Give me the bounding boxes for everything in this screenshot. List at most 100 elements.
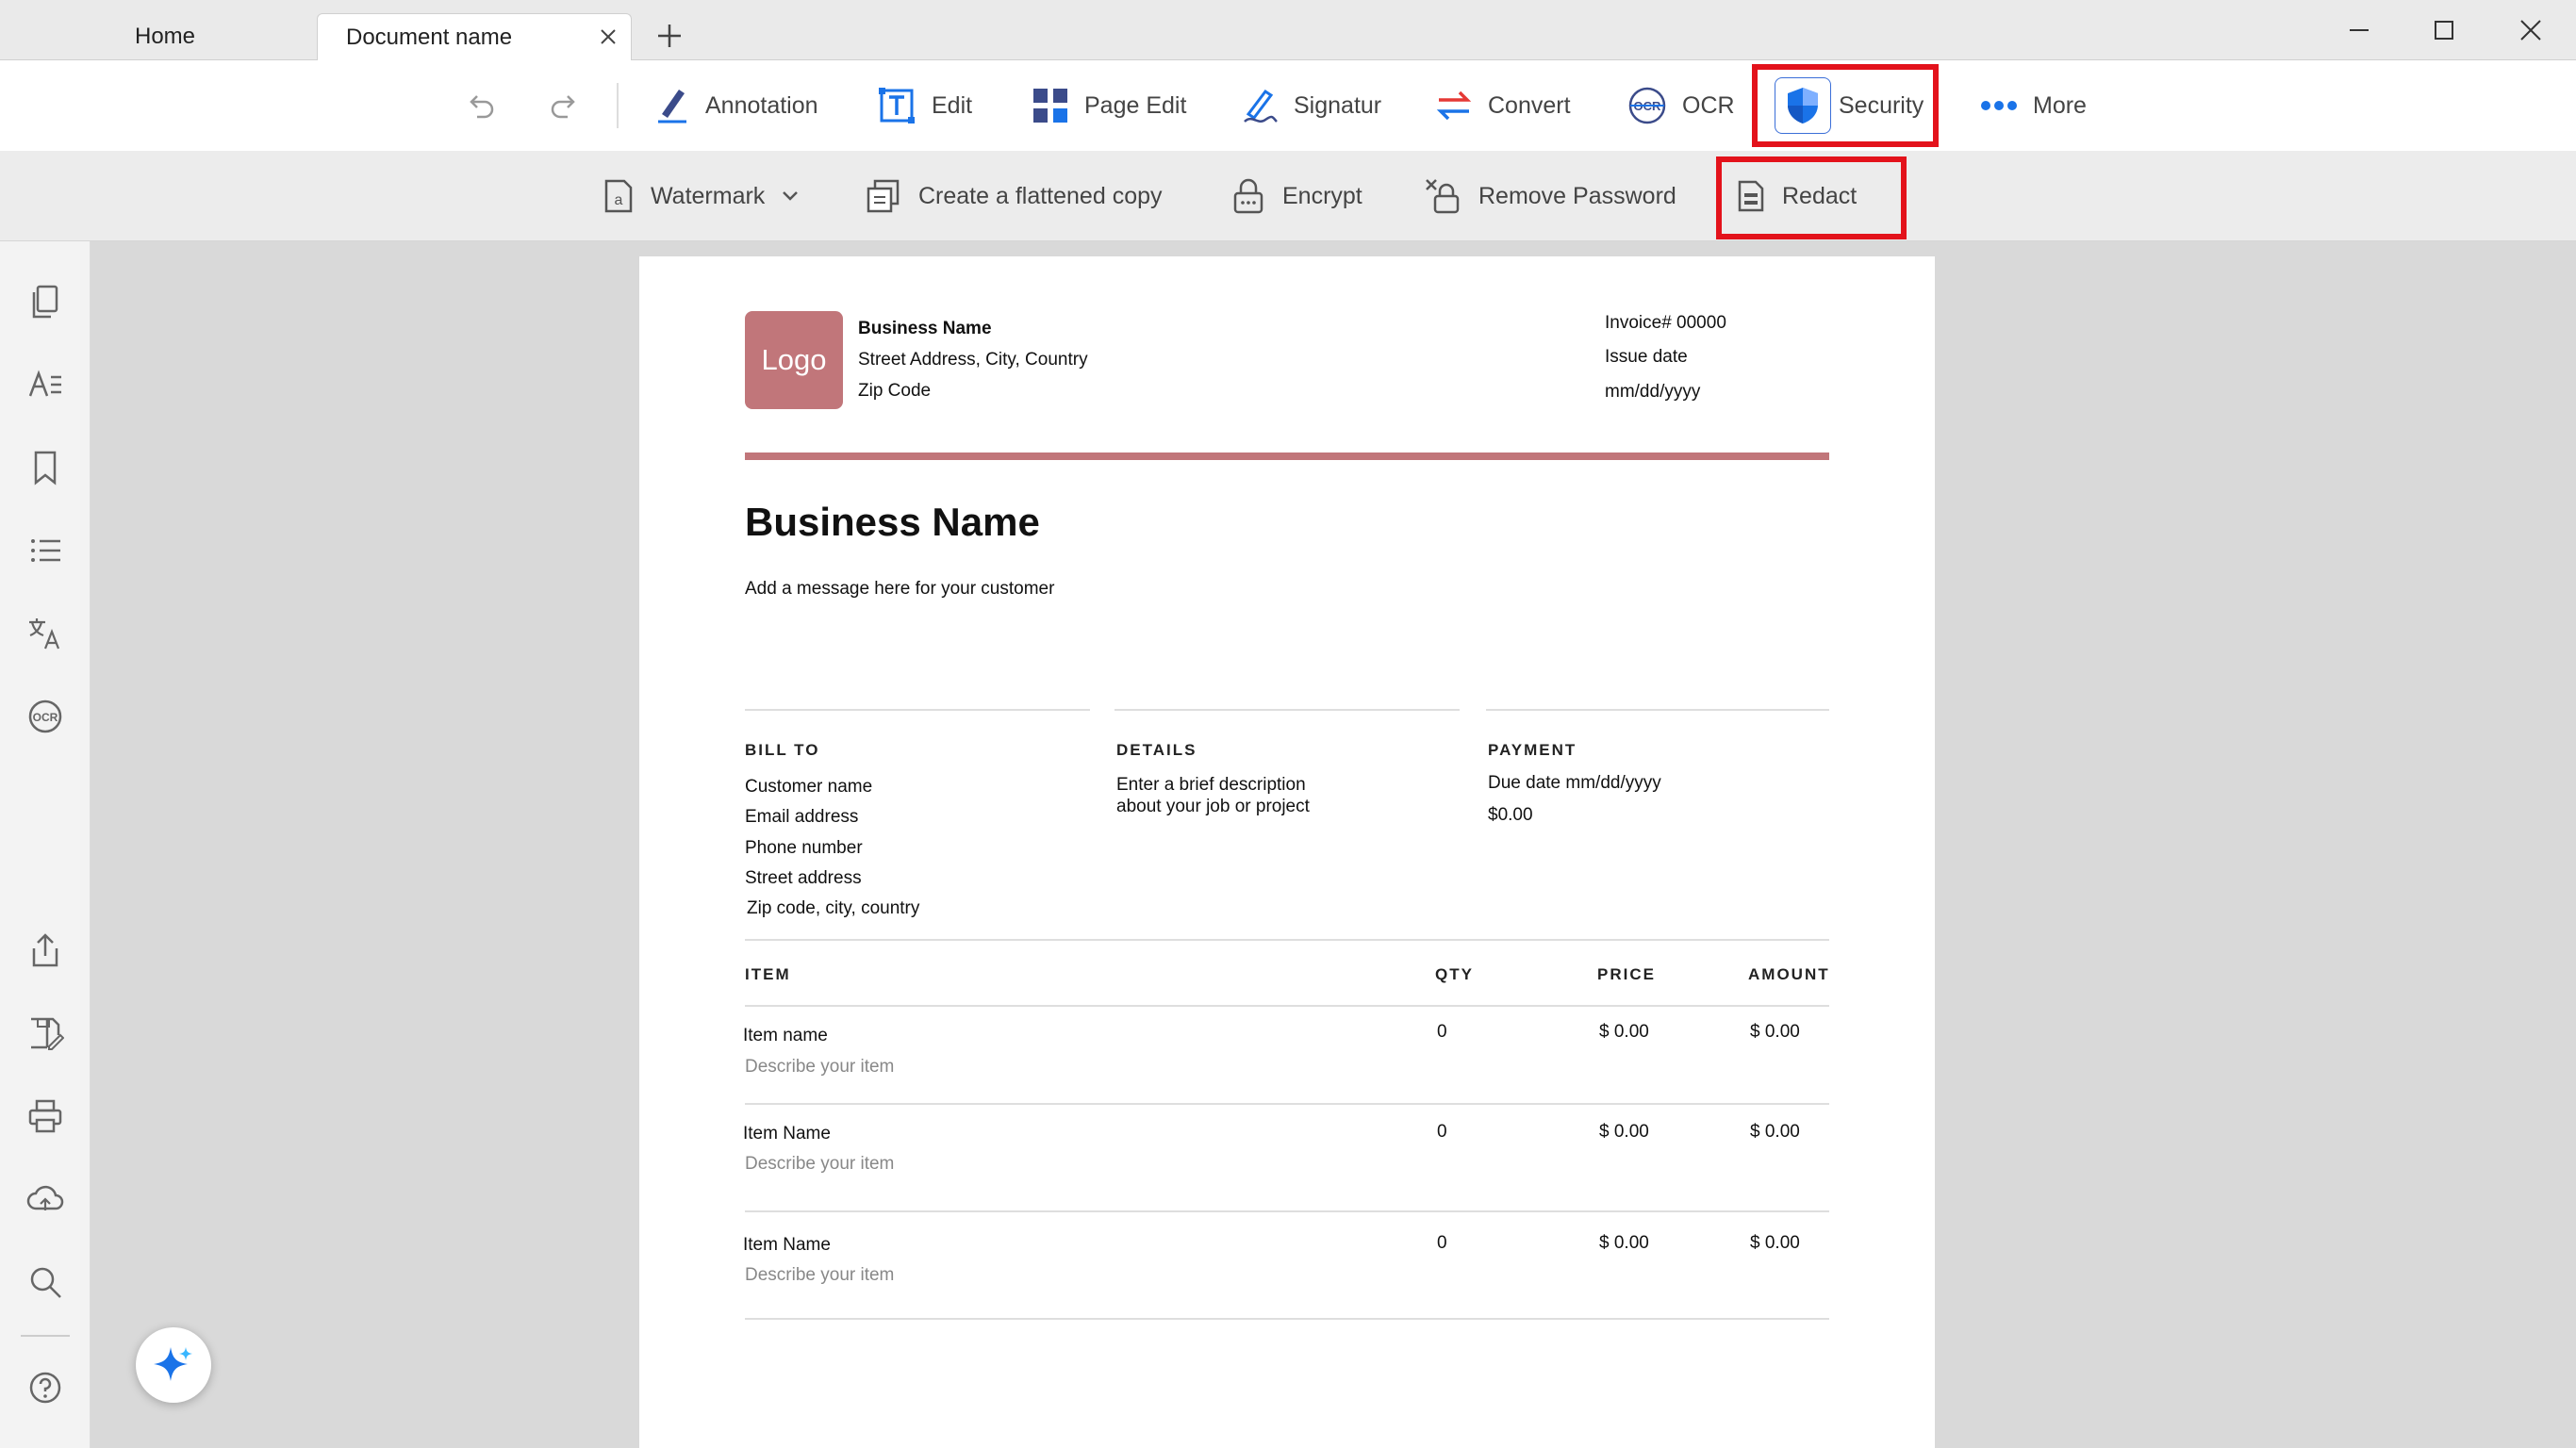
more-label: More: [2033, 91, 2087, 119]
encrypt-label: Encrypt: [1282, 182, 1362, 209]
item-qty: 0: [1437, 1022, 1447, 1042]
edit-button[interactable]: Edit: [877, 60, 972, 151]
flatten-copy-button[interactable]: Create a flattened copy: [866, 151, 1163, 241]
share-icon[interactable]: [26, 931, 64, 969]
divider: [745, 939, 1829, 941]
text-outline-icon[interactable]: [26, 366, 64, 403]
item-qty: 0: [1437, 1233, 1447, 1253]
edit-text-icon: [879, 88, 915, 123]
item-description: Describe your item: [745, 1057, 895, 1077]
remove-password-icon: [1426, 179, 1460, 214]
header-business-name: Business Name: [858, 319, 992, 338]
page-edit-label: Page Edit: [1084, 91, 1187, 119]
header-street: Street Address, City, Country: [858, 350, 1088, 370]
logo-placeholder: Logo: [745, 311, 843, 409]
new-tab-icon[interactable]: [652, 19, 686, 53]
signature-button[interactable]: Signatur: [1241, 60, 1381, 151]
divider: [745, 1210, 1829, 1212]
item-description: Describe your item: [745, 1265, 895, 1285]
document-page: Logo Business Name Street Address, City,…: [639, 256, 1935, 1448]
convert-button[interactable]: Convert: [1435, 60, 1571, 151]
translate-icon[interactable]: [26, 615, 64, 652]
list-icon[interactable]: [26, 532, 64, 569]
ocr-icon: OCR: [1628, 87, 1666, 124]
payment-due-date: Due date mm/dd/yyyy: [1488, 773, 1661, 793]
tab-home-label: Home: [134, 24, 196, 49]
bill-to-line: Phone number: [745, 838, 863, 858]
bookmark-icon[interactable]: [26, 449, 64, 486]
more-dots-icon: [1981, 101, 2017, 110]
logo-text: Logo: [761, 343, 827, 376]
annotation-button[interactable]: Annotation: [654, 60, 818, 151]
toolbar-separator: [617, 83, 619, 128]
flatten-copy-icon: [867, 179, 900, 213]
remove-password-button[interactable]: Remove Password: [1424, 151, 1676, 241]
item-name: Item Name: [743, 1235, 831, 1255]
security-toolbar: a Watermark Create a flattened copy Encr…: [0, 151, 2576, 241]
search-icon[interactable]: [26, 1263, 64, 1301]
ocr-sidebar-icon[interactable]: OCR: [26, 698, 64, 735]
ocr-button[interactable]: OCR OCR: [1627, 60, 1735, 151]
signature-pen-icon: [1244, 89, 1278, 123]
item-amount: $ 0.00: [1750, 1122, 1800, 1142]
bill-to-line: Zip code, city, country: [747, 898, 920, 918]
invoice-number: Invoice# 00000: [1605, 313, 1726, 333]
signature-label: Signatur: [1294, 91, 1382, 119]
close-tab-icon[interactable]: [597, 25, 619, 48]
more-button[interactable]: More: [1980, 60, 2087, 151]
minimize-icon[interactable]: [2342, 13, 2376, 47]
page-edit-grid-icon: [1033, 89, 1067, 123]
annotation-label: Annotation: [705, 91, 818, 119]
save-as-icon[interactable]: [26, 1014, 64, 1052]
sidebar-divider: [21, 1335, 70, 1337]
convert-arrows-icon: [1436, 90, 1472, 121]
print-icon[interactable]: [26, 1097, 64, 1135]
payment-amount: $0.00: [1488, 805, 1533, 825]
close-window-icon[interactable]: [2514, 13, 2548, 47]
flatten-copy-label: Create a flattened copy: [918, 182, 1163, 209]
table-header-amount: AMOUNT: [1748, 965, 1830, 983]
table-header-qty: QTY: [1435, 965, 1474, 983]
security-highlight-box: [1752, 64, 1939, 147]
left-sidebar: OCR: [0, 241, 91, 1448]
redact-highlight-box: [1716, 156, 1907, 239]
help-icon[interactable]: [26, 1369, 64, 1407]
cloud-icon[interactable]: [26, 1180, 64, 1218]
item-price: $ 0.00: [1599, 1022, 1649, 1042]
divider: [1486, 709, 1829, 711]
encrypt-button[interactable]: Encrypt: [1231, 151, 1362, 241]
details-heading: DETAILS: [1116, 741, 1197, 759]
divider: [745, 709, 1090, 711]
annotation-pen-icon: [658, 90, 686, 123]
pages-icon[interactable]: [26, 283, 64, 321]
undo-icon[interactable]: [464, 89, 498, 123]
table-header-item: ITEM: [745, 965, 791, 983]
item-name: Item Name: [743, 1124, 831, 1144]
issue-date-label: Issue date: [1605, 347, 1688, 367]
maximize-icon[interactable]: [2427, 13, 2461, 47]
item-amount: $ 0.00: [1750, 1233, 1800, 1253]
remove-password-label: Remove Password: [1478, 182, 1676, 209]
tab-home[interactable]: Home: [57, 13, 273, 60]
page-edit-button[interactable]: Page Edit: [1032, 60, 1186, 151]
item-qty: 0: [1437, 1122, 1447, 1142]
bill-to-line: Email address: [745, 807, 859, 827]
ai-assistant-button[interactable]: [136, 1327, 211, 1403]
ocr-label: OCR: [1682, 91, 1735, 119]
tab-document[interactable]: Document name: [317, 13, 632, 61]
item-price: $ 0.00: [1599, 1233, 1649, 1253]
watermark-doc-icon: a: [604, 179, 633, 213]
details-line: Enter a brief description: [1116, 775, 1306, 795]
customer-message: Add a message here for your customer: [745, 579, 1055, 599]
svg-text:OCR: OCR: [33, 711, 58, 724]
convert-label: Convert: [1488, 91, 1571, 119]
watermark-label: Watermark: [651, 182, 766, 209]
item-description: Describe your item: [745, 1154, 895, 1174]
issue-date-value: mm/dd/yyyy: [1605, 382, 1701, 402]
divider: [745, 1103, 1829, 1105]
accent-bar: [745, 452, 1829, 460]
redo-icon[interactable]: [547, 89, 581, 123]
item-name: Item name: [743, 1026, 828, 1045]
tab-bar: Home Document name: [0, 0, 2576, 61]
watermark-button[interactable]: a Watermark: [603, 151, 799, 241]
